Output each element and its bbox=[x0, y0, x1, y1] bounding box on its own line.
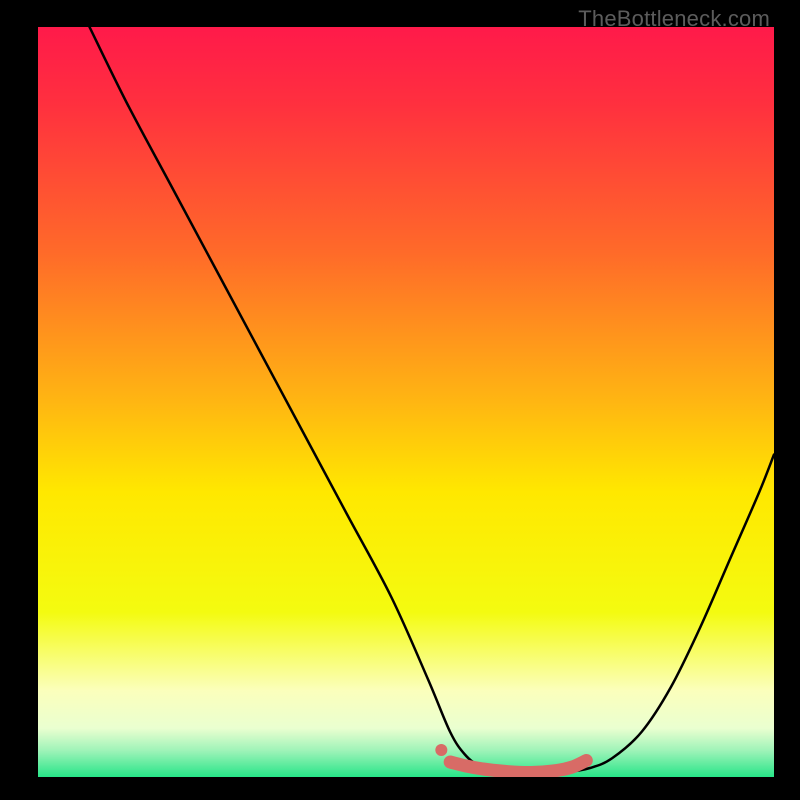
curve-path bbox=[90, 27, 774, 773]
optimal-marker-dot bbox=[435, 744, 447, 756]
optimal-range-band bbox=[450, 761, 586, 773]
plot-area bbox=[38, 27, 774, 777]
chart-frame: TheBottleneck.com bbox=[0, 0, 800, 800]
bottleneck-curve bbox=[38, 27, 774, 777]
watermark-text: TheBottleneck.com bbox=[578, 6, 770, 32]
